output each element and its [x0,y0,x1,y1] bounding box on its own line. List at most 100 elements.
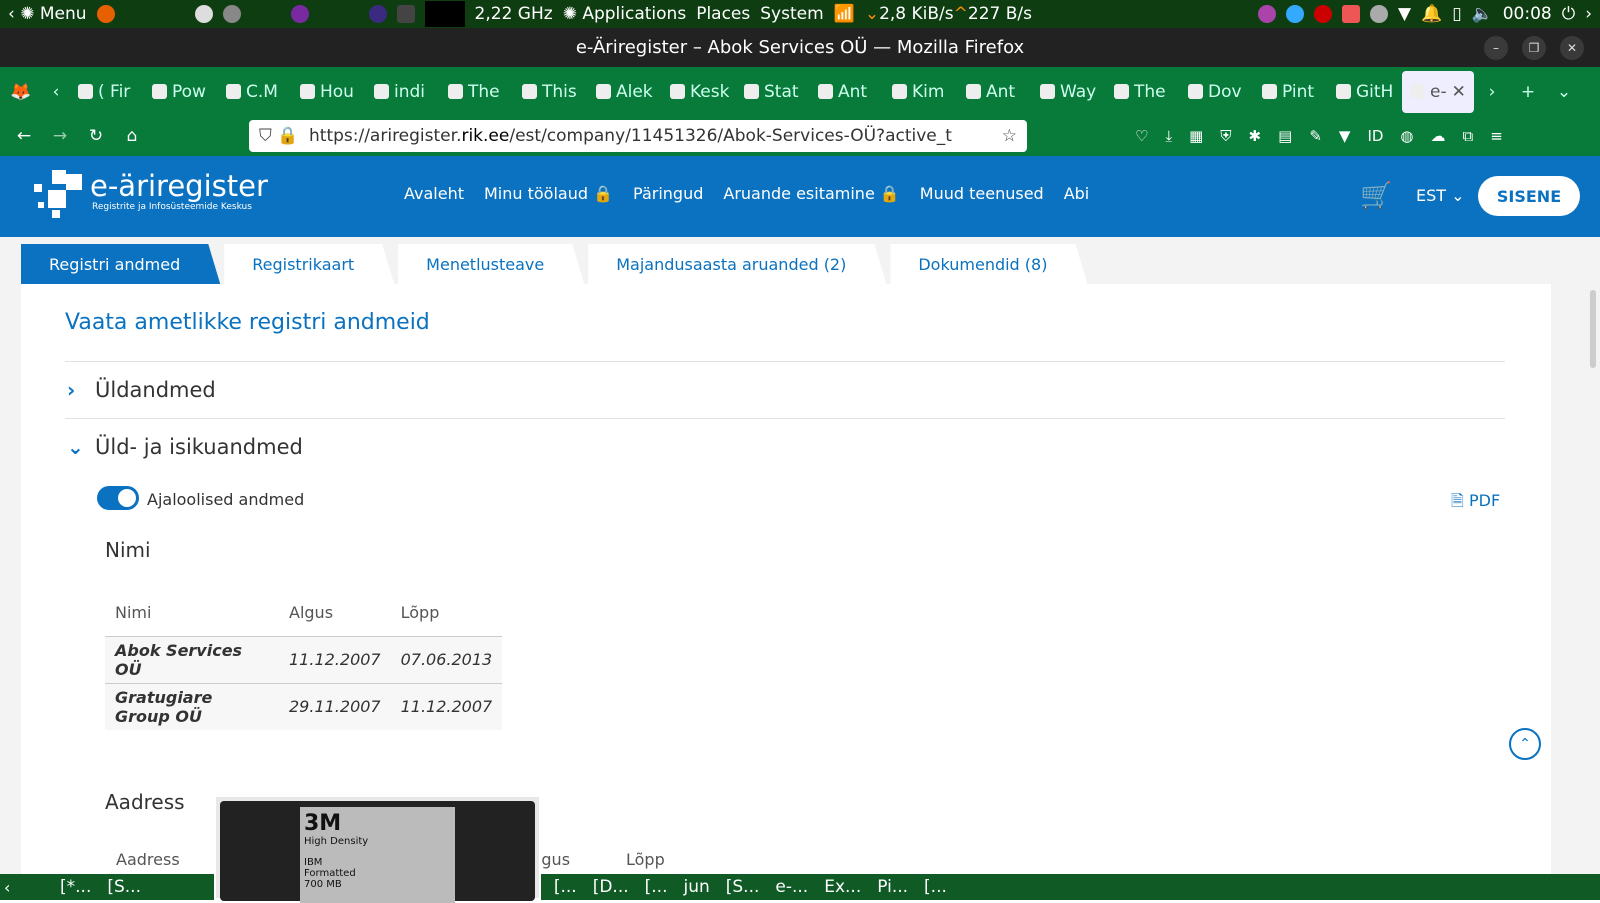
browser-tab[interactable]: Pow [144,82,218,102]
taskbar-item[interactable]: e-... [775,877,808,897]
firefox-launcher-icon[interactable] [96,5,115,23]
browser-tab[interactable]: indi [366,82,440,102]
nav-menu-item[interactable]: Avaleht [404,184,464,203]
extension-icon[interactable]: ◍ [1400,127,1413,145]
opera-icon[interactable] [368,5,387,23]
browser-tab[interactable]: The [1106,82,1180,102]
tor-icon[interactable] [290,5,309,23]
taskbar-item[interactable]: jun [683,877,709,897]
settings-icon[interactable] [222,5,241,23]
registry-tab[interactable]: Dokumendid (8) [890,244,1087,284]
close-window-button[interactable]: ✕ [1560,36,1584,60]
taskbar-item[interactable]: [... [645,877,668,897]
pocket-icon[interactable]: ♡ [1135,127,1148,145]
new-tab-button[interactable]: + [1510,82,1546,102]
taskbar-item[interactable]: [S... [107,877,141,897]
cart-icon[interactable]: 🛒 [1360,181,1392,211]
extension-icon[interactable]: ✎ [1309,127,1322,145]
browser-tab[interactable]: Pint [1254,82,1328,102]
power-icon[interactable]: ⏻ [1562,4,1575,24]
wifi-icon[interactable]: 📶 [834,4,855,24]
record-icon[interactable] [1313,5,1332,23]
downloads-icon[interactable]: ⤓ [1165,127,1172,145]
browser-tab[interactable]: Kesk [662,82,736,102]
menu-button[interactable]: ‹ ✺ Menu [8,4,87,24]
reload-button[interactable]: ↻ [78,126,114,146]
ublock-icon[interactable]: ⛨ [1220,127,1231,145]
browser-tab[interactable]: Dov [1180,82,1254,102]
search-tool-icon[interactable] [194,5,213,23]
section-uld-ja-isikuandmed[interactable]: ⌄ Üld- ja isikuandmed [65,418,1505,475]
firefox-view-icon[interactable]: 🦊 [0,82,42,102]
browser-tab[interactable]: Hou [292,82,366,102]
hamburger-menu-icon[interactable]: ≡ [1490,127,1503,145]
url-bar[interactable]: ⛉ 🔒 https://ariregister. rik.ee/est/compa… [249,120,1027,152]
taskbar-scroll-left[interactable]: ‹ [4,878,10,897]
bookmark-star-icon[interactable]: ☆ [1002,126,1017,146]
browser-tab[interactable]: Ant [810,82,884,102]
nav-menu-item[interactable]: Abi [1064,184,1090,203]
browser-tab[interactable]: Ant [958,82,1032,102]
site-logo[interactable]: e-äriregister Registrite ja Infosüsteemid… [34,170,268,218]
panel-scroll-right[interactable]: › [1585,4,1592,24]
nav-menu-item[interactable]: Minu töölaud 🔒 [484,184,613,203]
system-menu[interactable]: System [760,4,823,24]
scroll-to-top-button[interactable]: ⌃ [1509,728,1541,760]
extensions-icon[interactable]: ⧉ [1463,127,1474,145]
historical-data-toggle[interactable] [97,486,139,510]
forward-button[interactable]: → [42,126,78,146]
browser-tab[interactable]: e- ✕ [1402,70,1474,113]
taskbar-item[interactable]: [... [924,877,947,897]
extension-icon[interactable]: ID [1367,127,1383,145]
minimize-button[interactable]: – [1484,36,1508,60]
tabs-scroll-left[interactable]: ‹ [42,82,70,102]
taskbar-item[interactable]: [S... [726,877,760,897]
shield-icon[interactable] [1369,5,1388,23]
blocker-icon[interactable] [1341,5,1360,23]
applications-menu[interactable]: ✺ Applications [563,4,687,24]
tray-app-icon[interactable] [1285,5,1304,23]
nav-menu-item[interactable]: Aruande esitamine 🔒 [723,184,899,203]
taskbar-item[interactable]: Ex... [824,877,861,897]
browser-tab[interactable]: This [514,82,588,102]
browser-tab[interactable]: Stat [736,82,810,102]
battery-icon[interactable]: ▯ [1452,4,1461,24]
tabs-scroll-right[interactable]: › [1474,82,1510,102]
back-button[interactable]: ← [6,126,42,146]
extension-icon[interactable]: ▼ [1339,127,1351,145]
terminal-icon[interactable] [396,5,415,23]
close-tab-icon[interactable]: ✕ [1452,82,1466,102]
nav-menu-item[interactable]: Päringud [633,184,703,203]
registry-tab[interactable]: Majandusaasta aruanded (2) [588,244,886,284]
browser-tab[interactable]: Kim [884,82,958,102]
notification-icon[interactable]: 🔔 [1421,4,1442,24]
taskbar-item[interactable]: [*... [60,877,91,897]
browser-tab[interactable]: The [440,82,514,102]
nav-menu-item[interactable]: Muud teenused [920,184,1044,203]
network-icon[interactable]: ▼ [1398,4,1411,24]
volume-icon[interactable]: 🔈 [1472,4,1493,24]
login-button[interactable]: SISENE [1478,176,1580,216]
registry-tab[interactable]: Registri andmed [21,244,220,284]
taskbar-item[interactable]: [D... [593,877,629,897]
places-menu[interactable]: Places [696,4,750,24]
tab-list-button[interactable]: ⌄ [1546,82,1582,102]
browser-tab[interactable]: GitH [1328,82,1402,102]
extension-icon[interactable]: ▤ [1278,127,1292,145]
browser-tab[interactable]: Way [1032,82,1106,102]
language-select[interactable]: EST ⌄ [1416,186,1465,205]
home-button[interactable]: ⌂ [114,126,150,146]
pdf-button[interactable]: 🗎 PDF [1451,490,1500,517]
maximize-button[interactable]: ❐ [1522,36,1546,60]
page-scrollbar[interactable] [1590,290,1596,368]
registry-tab[interactable]: Menetlusteave [398,244,584,284]
extension-icon[interactable]: ▦ [1189,127,1203,145]
registry-tab[interactable]: Registrikaart [224,244,394,284]
taskbar-item[interactable]: Pi... [877,877,908,897]
browser-tab[interactable]: C.M [218,82,292,102]
taskbar-item[interactable]: [... [554,877,577,897]
section-uldandmed[interactable]: › Üldandmed [65,361,1505,418]
audio-app-icon[interactable] [1257,5,1276,23]
extension-icon[interactable]: ☁ [1431,127,1446,145]
browser-tab[interactable]: Alek [588,82,662,102]
